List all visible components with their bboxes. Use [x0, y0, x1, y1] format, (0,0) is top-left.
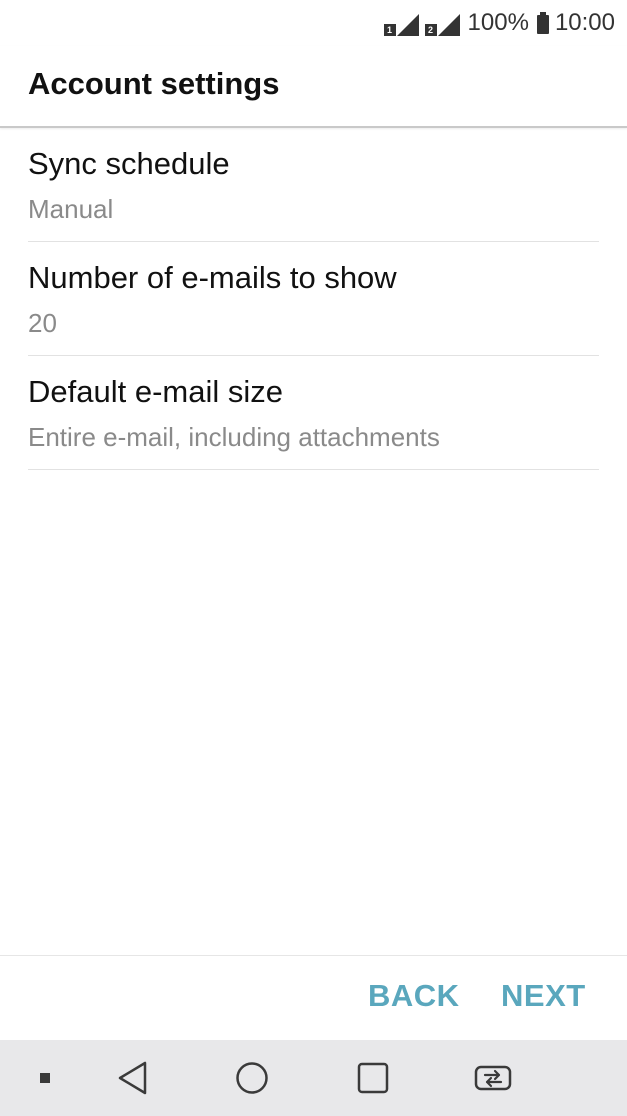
settings-list: Sync schedule Manual Number of e-mails t…	[28, 128, 599, 470]
setting-default-email-size[interactable]: Default e-mail size Entire e-mail, inclu…	[28, 356, 599, 470]
dot-icon[interactable]	[30, 1040, 60, 1116]
action-bar: BACK NEXT	[0, 955, 627, 1041]
status-time: 10:00	[554, 9, 615, 36]
sim1-signal-icon: 1	[383, 10, 419, 36]
setting-value: Entire e-mail, including attachments	[28, 422, 440, 452]
setting-number-of-emails[interactable]: Number of e-mails to show 20	[28, 242, 599, 356]
setting-value: Manual	[28, 194, 114, 224]
navigation-bar	[0, 1040, 627, 1116]
battery-percent: 100%	[467, 9, 529, 36]
dual-window-icon[interactable]	[470, 1040, 516, 1116]
setting-value: 20	[28, 308, 57, 338]
back-triangle-icon[interactable]	[110, 1040, 156, 1116]
status-bar: 1 2 100% 10:00	[0, 0, 627, 46]
setting-sync-schedule[interactable]: Sync schedule Manual	[28, 128, 599, 242]
sim2-badge: 2	[424, 24, 437, 36]
battery-icon	[536, 12, 549, 34]
setting-title: Number of e-mails to show	[28, 260, 397, 295]
back-button[interactable]: BACK	[368, 978, 460, 1014]
screen: 1 2 100% 10:00 Account settings Sync sch…	[0, 0, 627, 1116]
recents-square-icon[interactable]	[350, 1040, 396, 1116]
next-button[interactable]: NEXT	[501, 978, 586, 1014]
sim2-signal-icon: 2	[424, 10, 460, 36]
page-title: Account settings	[28, 66, 280, 101]
home-circle-icon[interactable]	[229, 1040, 275, 1116]
setting-title: Sync schedule	[28, 146, 230, 181]
app-header: Account settings	[0, 46, 627, 128]
sim1-badge: 1	[383, 24, 396, 36]
setting-title: Default e-mail size	[28, 374, 283, 409]
